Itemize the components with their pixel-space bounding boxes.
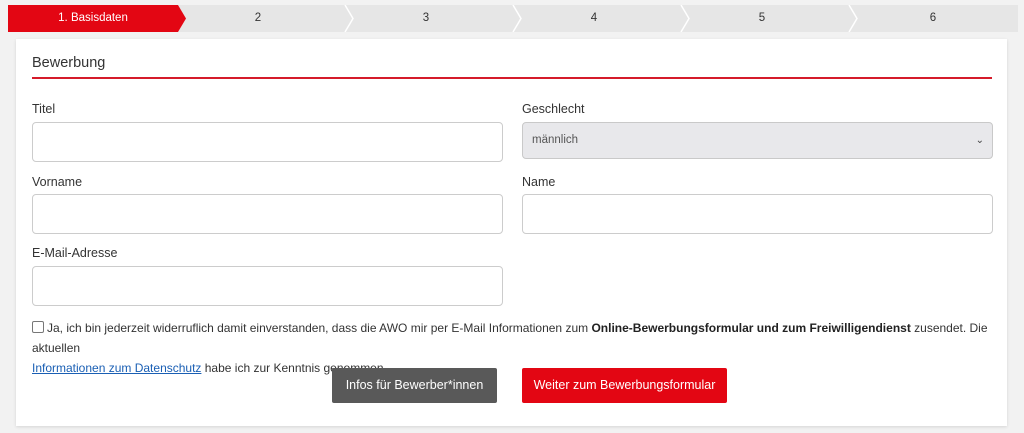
consent-text-before: Ja, ich bin jederzeit widerruflich damit… [47, 321, 592, 335]
privacy-link[interactable]: Informationen zum Datenschutz [32, 361, 201, 375]
geschlecht-select[interactable]: männlich ⌄ [522, 122, 993, 159]
step-separator-icon [512, 5, 522, 32]
step-5[interactable]: 5 [692, 5, 832, 32]
name-input[interactable] [522, 194, 993, 234]
titel-label: Titel [32, 102, 56, 116]
chevron-down-icon: ⌄ [975, 135, 984, 146]
progress-stepper: 1. Basisdaten 2 3 4 5 6 [8, 5, 1018, 32]
step-4[interactable]: 4 [524, 5, 664, 32]
step-3[interactable]: 3 [356, 5, 496, 32]
consent-text-bold: Online-Bewerbungsformular und zum Freiwi… [591, 321, 911, 335]
application-form-card: Bewerbung Titel Geschlecht männlich ⌄ Vo… [16, 39, 1007, 426]
step-separator-icon [680, 5, 690, 32]
email-input[interactable] [32, 266, 503, 306]
step-2[interactable]: 2 [188, 5, 328, 32]
name-label: Name [522, 175, 556, 189]
step-6[interactable]: 6 [860, 5, 1006, 32]
consent-block: Ja, ich bin jederzeit widerruflich damit… [32, 318, 992, 378]
vorname-label: Vorname [32, 175, 83, 189]
title-divider [32, 77, 992, 79]
step-separator-icon [344, 5, 354, 32]
next-button[interactable]: Weiter zum Bewerbungsformular [522, 368, 727, 403]
step-separator-icon [848, 5, 858, 32]
geschlecht-selected-value: männlich [532, 134, 579, 146]
form-title: Bewerbung [32, 55, 106, 71]
titel-input[interactable] [32, 122, 503, 162]
email-label: E-Mail-Adresse [32, 246, 118, 260]
info-button[interactable]: Infos für Bewerber*innen [332, 368, 497, 403]
vorname-input[interactable] [32, 194, 503, 234]
consent-checkbox[interactable] [32, 321, 44, 333]
step-1-basisdaten[interactable]: 1. Basisdaten [8, 5, 178, 32]
geschlecht-label: Geschlecht [522, 102, 585, 116]
